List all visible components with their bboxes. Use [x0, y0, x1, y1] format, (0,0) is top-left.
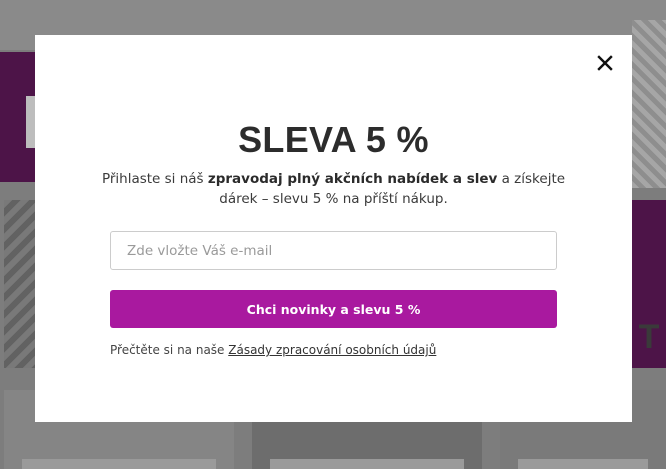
product-image-right: [632, 20, 666, 188]
popup-title: SLEVA 5 %: [238, 119, 429, 160]
privacy-text: Přečtěte si na naše: [110, 343, 229, 357]
product-image-left: [4, 200, 38, 368]
description-bold-text: zpravodaj plný akčních nabídek a slev: [207, 171, 498, 187]
privacy-note: Přečtěte si na naše Zásady zpracování os…: [110, 343, 570, 357]
promo-banner-letter: T: [638, 318, 660, 356]
privacy-policy-link[interactable]: Zásady zpracování osobních údajů: [228, 343, 436, 357]
product-tile-bar: [270, 459, 464, 469]
close-button[interactable]: [595, 53, 615, 73]
product-tile-bar: [22, 459, 216, 469]
subscribe-button[interactable]: Chci novinky a slevu 5 %: [110, 290, 557, 328]
email-field[interactable]: [110, 231, 557, 270]
description-text: Přihlaste si náš: [101, 171, 208, 187]
close-icon[interactable]: [595, 53, 615, 73]
product-tile-bar: [518, 459, 648, 469]
popup-description: Přihlaste si náš zpravodaj plný akčních …: [95, 170, 572, 209]
newsletter-popup: SLEVA 5 % Přihlaste si náš zpravodaj pln…: [35, 35, 632, 422]
